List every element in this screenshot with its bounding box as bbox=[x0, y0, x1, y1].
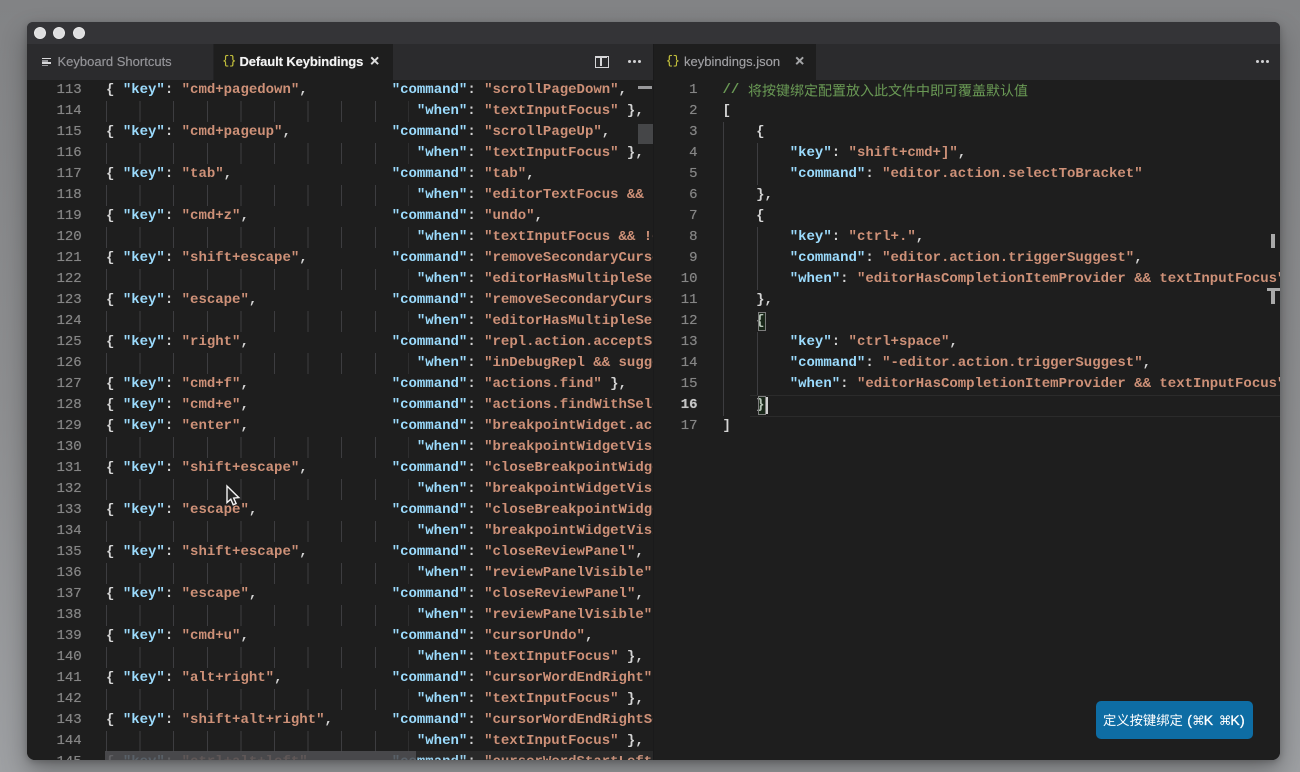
svg-text:): ) bbox=[1240, 712, 1245, 728]
svg-text:(: ( bbox=[1187, 712, 1192, 728]
svg-text:K: K bbox=[1204, 712, 1214, 728]
svg-text:K: K bbox=[1230, 712, 1240, 728]
